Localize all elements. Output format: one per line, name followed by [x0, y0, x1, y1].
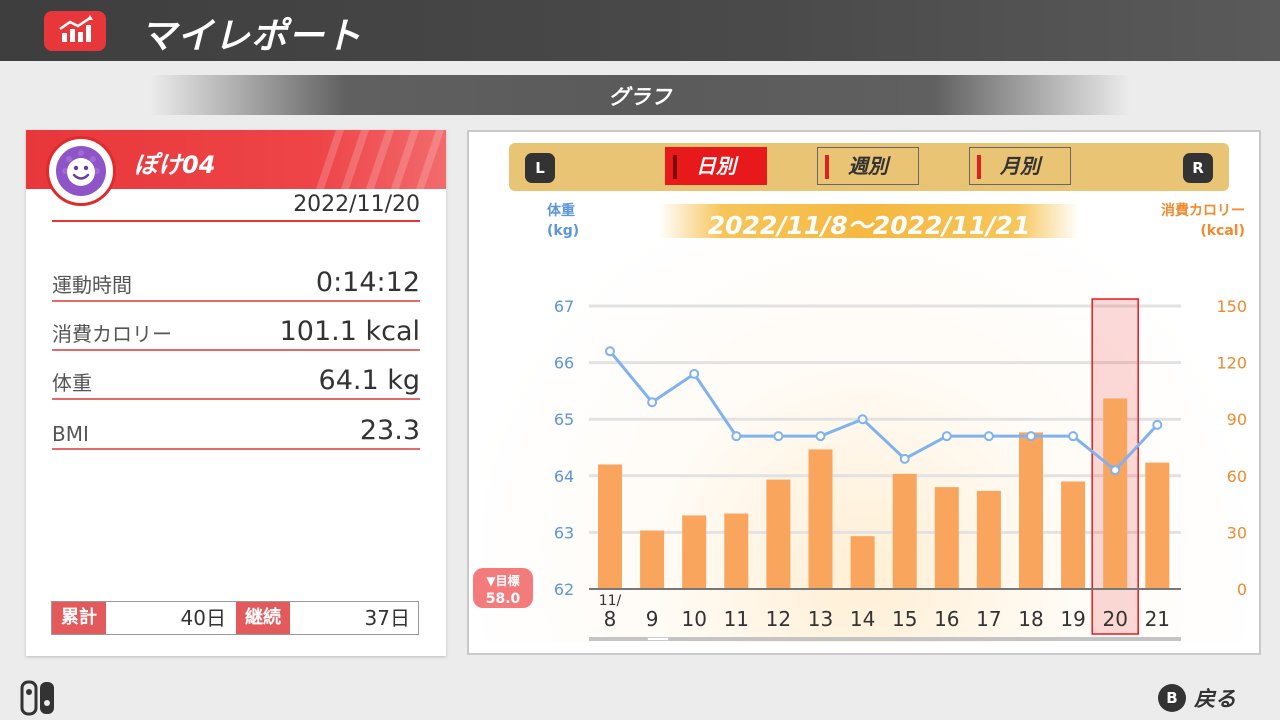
x-axis-tick-label: 9: [646, 607, 659, 631]
weight-point: [983, 431, 994, 442]
header-pattern: [316, 130, 444, 189]
weight-point: [1068, 431, 1079, 442]
calorie-bar: [976, 490, 1001, 589]
x-axis-tick-label: 20: [1102, 607, 1127, 631]
x-axis-tick-label: 12: [766, 607, 791, 631]
stat-label: 運動時間: [52, 273, 132, 297]
calorie-bar: [892, 473, 917, 589]
calorie-bar: [724, 513, 749, 589]
x-axis-tick-label: 17: [976, 607, 1001, 631]
left-axis-tick-label: 65: [554, 410, 574, 429]
stat-value: 23.3: [359, 415, 420, 446]
stat-value: 0:14:12: [315, 267, 420, 298]
chart-scrollbar[interactable]: [589, 637, 1181, 641]
weight-point: [857, 414, 868, 425]
weight-point: [773, 431, 784, 442]
calorie-bar: [598, 464, 622, 589]
stat-label: BMI: [52, 422, 89, 446]
weight-point: [815, 431, 826, 442]
calorie-bar: [808, 449, 833, 589]
calorie-bar: [934, 487, 959, 589]
weight-point: [1026, 431, 1036, 442]
weight-point: [605, 346, 615, 357]
right-axis-tick-label: 90: [1227, 410, 1247, 429]
x-axis-tick-label: 19: [1060, 607, 1085, 631]
divider: [52, 220, 420, 222]
left-axis-tick-label: 63: [554, 523, 574, 542]
weight-point: [1152, 419, 1163, 430]
left-axis-tick-label: 62: [554, 580, 574, 599]
calorie-bar: [1145, 462, 1170, 589]
right-axis-tick-label: 120: [1216, 354, 1247, 373]
back-label: 戻る: [1194, 687, 1236, 711]
streak-days-value: 37日: [364, 606, 410, 630]
right-axis-tick-label: 150: [1216, 297, 1247, 316]
goal-value: 58.0: [486, 591, 521, 607]
stat-calories: 消費カロリー 101.1 kcal: [52, 309, 420, 351]
top-bar: マイレポート: [0, 0, 1280, 61]
avatar: [46, 136, 116, 206]
total-days-value: 40日: [180, 606, 226, 630]
b-button-icon: B: [1158, 684, 1186, 712]
right-axis-tick-label: 30: [1227, 523, 1247, 542]
total-days-label: 累計: [52, 602, 106, 634]
calorie-bar: [766, 479, 791, 589]
streak-days-label: 継続: [236, 602, 290, 634]
right-axis-tick-label: 60: [1227, 467, 1247, 486]
weight-point: [689, 368, 700, 379]
right-axis-tick-label: 0: [1237, 580, 1247, 599]
left-axis-tick-label: 64: [554, 467, 574, 486]
left-axis-tick-label: 67: [554, 297, 574, 316]
joycon-icon: [20, 680, 54, 716]
left-axis-tick-label: 66: [554, 354, 574, 373]
x-axis-tick-label: 10: [681, 607, 706, 631]
weight-point: [731, 431, 742, 442]
x-axis-tick-label: 15: [892, 607, 917, 631]
calorie-bar: [682, 515, 707, 589]
stat-weight: 体重 64.1 kg: [52, 358, 420, 400]
stat-bmi: BMI 23.3: [52, 408, 420, 450]
x-axis-tick-label: 13: [808, 607, 833, 631]
user-name: ぽけ04: [134, 151, 216, 179]
stat-value: 64.1 kg: [318, 365, 420, 396]
x-axis-tick-label: 8: [604, 607, 617, 631]
bottom-bar: [0, 676, 1280, 720]
chart-icon: [44, 11, 106, 51]
stat-value: 101.1 kcal: [279, 316, 420, 347]
month-label: 11/: [599, 593, 622, 609]
daily-chart: 62 63 64 65 66 67 0 30 60 90 120 150 8 9 10 11 12 13 14 15 1…: [473, 297, 1247, 635]
x-axis-tick-label: 21: [1145, 607, 1170, 631]
x-axis-tick-label: 11: [724, 607, 749, 631]
section-title: グラフ: [608, 85, 672, 109]
weight-line: [608, 350, 1159, 473]
report-date: 2022/11/20: [293, 192, 420, 217]
graph-panel: L 日別 週別 月別 R 2022/11/8～2022/11/21 体重 (kg…: [467, 130, 1261, 655]
calorie-bar: [1019, 432, 1043, 589]
calorie-bar: [1061, 481, 1086, 589]
stat-exercise-time: 運動時間 0:14:12: [52, 260, 420, 302]
stat-label: 体重: [52, 371, 92, 395]
x-axis-tick-label: 16: [934, 607, 959, 631]
section-header: グラフ: [150, 75, 1130, 115]
app-title: マイレポート: [140, 16, 363, 57]
stat-label: 消費カロリー: [52, 322, 172, 346]
back-button[interactable]: B 戻る: [1158, 683, 1236, 713]
calorie-bar: [1103, 398, 1128, 589]
totals-bar: 累計 40日 継続 37日: [51, 601, 419, 635]
calorie-bar: [640, 530, 665, 589]
weight-point: [1110, 465, 1121, 476]
chart-scroll-thumb[interactable]: [647, 637, 669, 641]
weight-point: [899, 453, 910, 464]
x-axis-tick-label: 18: [1018, 607, 1043, 631]
weight-point: [941, 431, 952, 442]
weight-point: [647, 397, 658, 408]
x-axis-tick-label: 14: [850, 607, 875, 631]
goal-label: ▼目標: [486, 573, 519, 588]
profile-card: ぽけ04 2022/11/20 運動時間 0:14:12 消費カロリー 101.…: [26, 130, 446, 656]
calorie-bar: [850, 536, 875, 589]
